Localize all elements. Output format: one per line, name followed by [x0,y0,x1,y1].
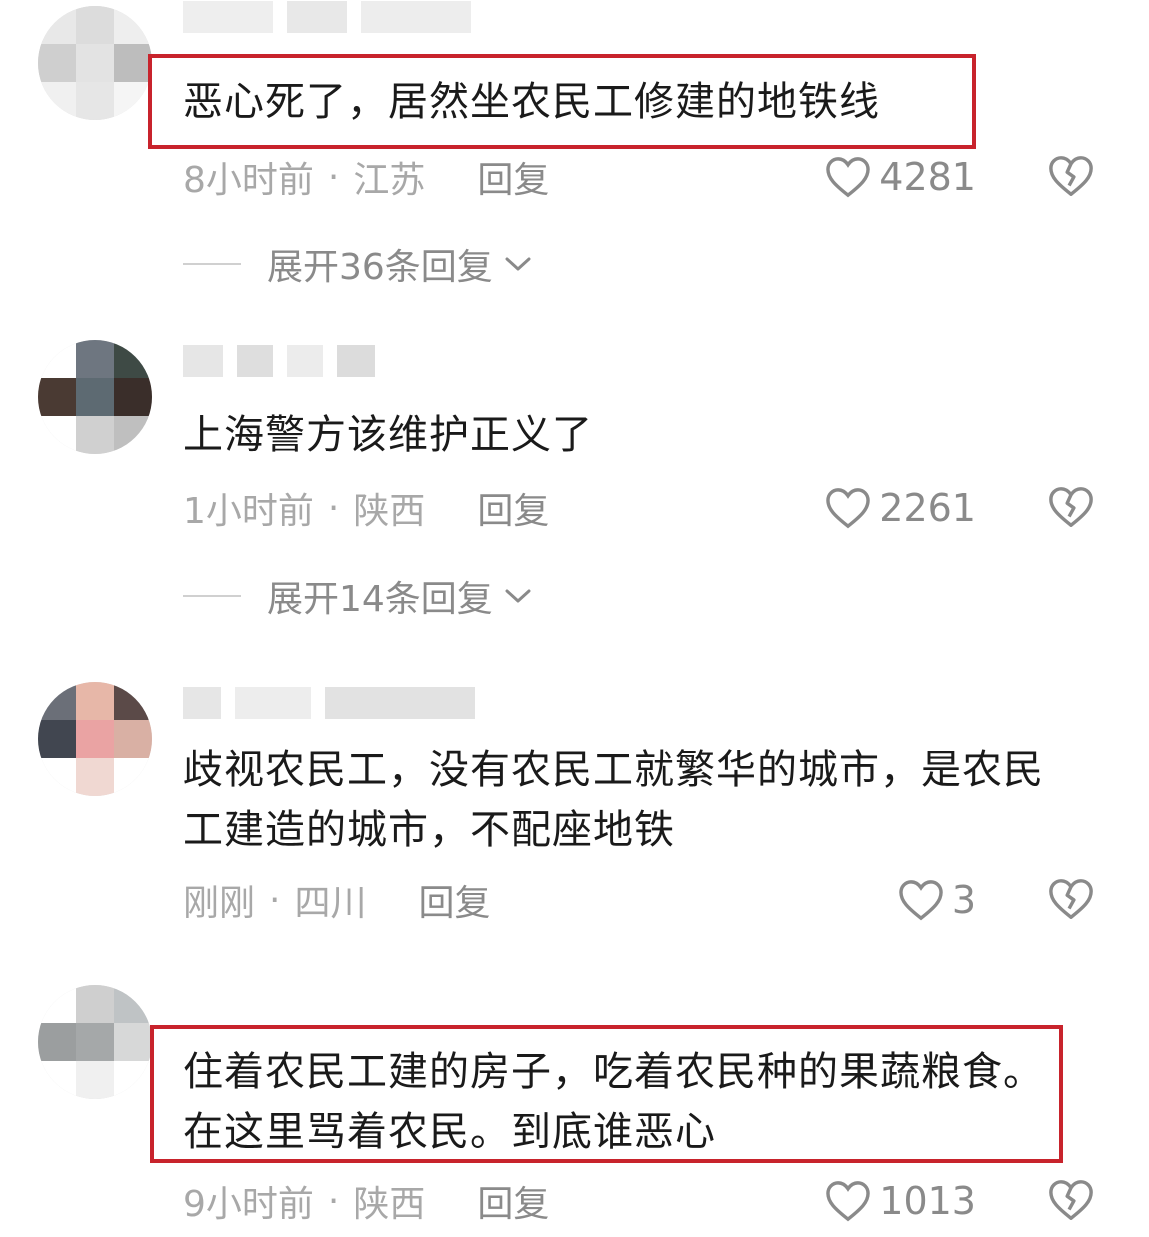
comment-location: 江苏 [353,160,426,201]
chevron-down-icon [505,257,531,271]
heart-outline-icon [826,157,871,198]
broken-heart-icon[interactable] [1048,154,1094,198]
like-button[interactable]: 2261 [825,483,976,533]
reply-button[interactable]: 回复 [477,1175,549,1227]
comment-text: 歧视农民工，没有农民工就繁华的城市，是农民工建造的城市，不配座地铁 [183,747,1044,853]
avatar[interactable] [38,682,152,796]
avatar[interactable] [38,985,152,1099]
heart-outline-icon [826,488,871,529]
comment-meta: 1小时前 · 陕西 回复 [183,483,549,533]
reply-button[interactable]: 回复 [418,874,490,926]
like-button[interactable]: 4281 [825,152,976,202]
comment-location: 陕西 [353,491,426,532]
expand-label: 展开14条回复 [267,579,493,620]
chevron-down-icon [505,589,531,603]
like-count: 2261 [879,486,976,530]
broken-heart-icon[interactable] [1048,877,1094,921]
comment-time: 1小时前 [183,491,314,532]
comment-meta: 8小时前 · 江苏 回复 [183,152,549,202]
expand-replies-button[interactable]: 展开36条回复 [183,239,533,289]
broken-heart-icon[interactable] [1048,1178,1094,1222]
comment-text: 住着农民工建的房子，吃着农民种的果蔬粮食。在这里骂着农民。到底谁恶心 [183,1049,1044,1155]
comment-item: 恶心死了，居然坐农民工修建的地铁线 8小时前 · 江苏 回复 4281 展开36… [0,0,1149,300]
username[interactable] [183,686,475,720]
comment-location: 陕西 [353,1184,426,1225]
comment-text: 恶心死了，居然坐农民工修建的地铁线 [183,79,880,125]
reply-button[interactable]: 回复 [477,482,549,534]
separator: · [269,879,281,921]
like-count: 4281 [879,155,976,199]
username[interactable] [183,0,471,34]
username[interactable] [183,344,375,378]
divider-line [183,595,241,597]
like-count: 3 [951,878,976,922]
expand-replies-button[interactable]: 展开14条回复 [183,571,533,621]
comment-time: 8小时前 [183,160,314,201]
reply-button[interactable]: 回复 [477,151,549,203]
comment-item: 住着农民工建的房子，吃着农民种的果蔬粮食。在这里骂着农民。到底谁恶心 9小时前 … [0,975,1149,1237]
heart-outline-icon [826,1181,871,1222]
comment-text: 上海警方该维护正义了 [183,412,593,458]
avatar[interactable] [38,6,152,120]
comment-meta: 9小时前 · 陕西 回复 [183,1176,549,1226]
separator: · [327,487,340,529]
like-count: 1013 [879,1179,976,1223]
heart-outline-icon [899,880,943,921]
separator: · [327,156,340,198]
avatar[interactable] [38,340,152,454]
comment-meta: 刚刚 · 四川 回复 [183,875,491,925]
divider-line [183,263,241,265]
broken-heart-icon[interactable] [1048,485,1094,529]
comment-time: 9小时前 [183,1184,314,1225]
comment-item: 歧视农民工，没有农民工就繁华的城市，是农民工建造的城市，不配座地铁 刚刚 · 四… [0,670,1149,950]
comment-item: 上海警方该维护正义了 1小时前 · 陕西 回复 2261 展开14条回复 [0,330,1149,630]
like-button[interactable]: 3 [898,875,976,925]
separator: · [327,1180,340,1222]
expand-label: 展开36条回复 [267,247,493,288]
comment-location: 四川 [294,883,367,924]
like-button[interactable]: 1013 [825,1176,976,1226]
comment-time: 刚刚 [183,883,256,924]
